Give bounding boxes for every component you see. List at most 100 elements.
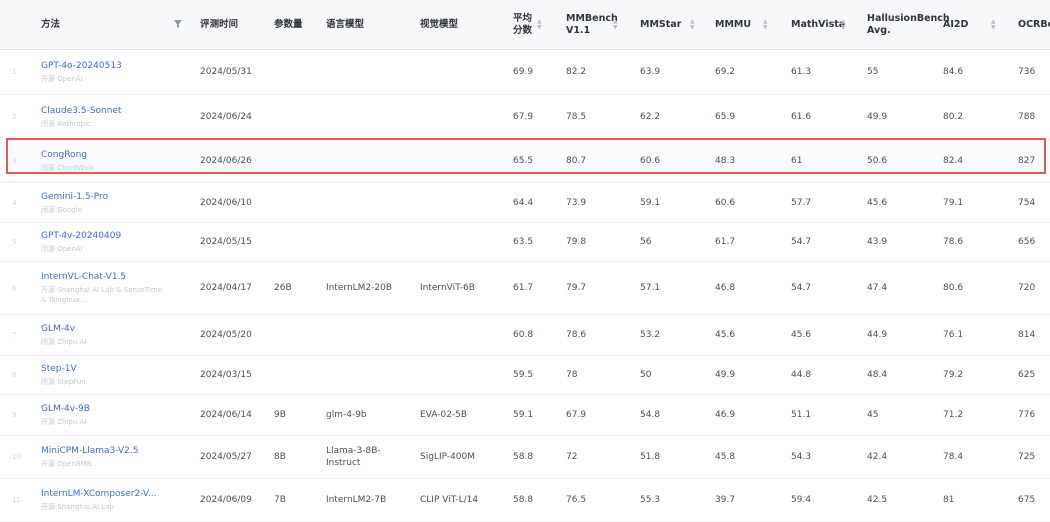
sort-icon[interactable]: ▲ ▼ (690, 19, 696, 31)
model-name-link[interactable]: CongRong (41, 149, 191, 161)
ocrbench-cell: 776 (1018, 410, 1036, 420)
model-name-link[interactable]: GLM-4v (41, 323, 191, 335)
mathvista-cell: 54.3 (791, 452, 812, 462)
mmstar-cell: 57.1 (640, 283, 661, 293)
ocrbench-cell: 827 (1018, 156, 1036, 166)
rank-cell: 5 (12, 238, 17, 246)
average-score-cell: 69.9 (513, 67, 534, 77)
model-name-link[interactable]: Step-1V (41, 363, 191, 375)
ai2d-cell: 78.6 (943, 237, 964, 247)
ai2d-cell: 84.6 (943, 67, 964, 77)
model-name-link[interactable]: GLM-4v-9B (41, 403, 191, 415)
vision-model-cell: EVA-02-5B (420, 410, 468, 420)
model-name-link[interactable]: Gemini-1.5-Pro (41, 191, 191, 203)
table-row[interactable]: 1 GPT-4o-20240513 开源 OpenAI 2024/05/31 69.9 8… (0, 50, 1050, 95)
params-cell: 26B (274, 283, 292, 293)
header-ocrbench[interactable]: OCRBen (1018, 0, 1050, 50)
model-name-link[interactable]: Claude3.5-Sonnet (41, 105, 191, 117)
model-name-link[interactable]: GPT-4v-20240409 (41, 230, 191, 242)
language-model-cell (326, 183, 398, 222)
rank-cell: 6 (12, 284, 17, 292)
model-source-label: 开源 OpenBMB (41, 460, 92, 468)
table-row[interactable]: 9 GLM-4v-9B 开源 Zhipu AI 2024/06/14 9B glm-4-9… (0, 395, 1050, 436)
sort-icon[interactable]: ▲ ▼ (537, 19, 543, 31)
mmmu-cell: 39.7 (715, 495, 736, 505)
model-name-cell: GLM-4v 闭源 Zhipu AI (41, 315, 191, 355)
ai2d-cell: 79.1 (943, 197, 964, 208)
params-cell: 8B (274, 452, 286, 462)
hallusionbench-cell: 47.4 (867, 283, 888, 293)
sort-icon[interactable]: ▲ ▼ (763, 19, 769, 31)
mmstar-cell: 60.6 (640, 156, 661, 166)
header-hallusionbench[interactable]: HallusionBench Avg. (867, 0, 950, 50)
params-cell: 7B (274, 495, 286, 505)
header-mmmu[interactable]: MMMU (715, 0, 751, 50)
rank-cell: 11 (12, 496, 21, 504)
model-name-cell: Claude3.5-Sonnet 闭源 Anthropic (41, 95, 191, 139)
mmmu-cell: 60.6 (715, 197, 736, 208)
header-method[interactable]: 方法 (41, 0, 60, 50)
table-row[interactable]: 2 Claude3.5-Sonnet 闭源 Anthropic 2024/06/24 6… (0, 95, 1050, 140)
model-name-link[interactable]: GPT-4o-20240513 (41, 60, 191, 72)
mmbench-cell: 79.8 (566, 237, 587, 247)
table-row[interactable]: 4 Gemini-1.5-Pro 闭源 Google 2024/06/10 64.4 73… (0, 183, 1050, 223)
table-row[interactable]: 11 InternLM-XComposer2-V... 开源 Shanghai AI… (0, 479, 1050, 522)
table-row[interactable]: 5 GPT-4v-20240409 闭源 OpenAI 2024/05/15 63.5 7… (0, 223, 1050, 262)
mmmu-cell: 46.8 (715, 283, 736, 293)
filter-icon[interactable] (174, 20, 182, 28)
average-score-cell: 67.9 (513, 112, 534, 122)
mathvista-cell: 54.7 (791, 237, 812, 247)
header-mmbench[interactable]: MMBench V1.1 (566, 0, 618, 50)
mmbench-cell: 78.6 (566, 330, 587, 340)
header-mmstar[interactable]: MMStar (640, 0, 681, 50)
mmstar-cell: 54.8 (640, 410, 661, 420)
mmbench-cell: 72 (566, 452, 578, 462)
mmbench-cell: 82.2 (566, 67, 587, 77)
ocrbench-cell: 725 (1018, 452, 1036, 462)
mathvista-cell: 61.6 (791, 112, 812, 122)
table-row[interactable]: 10 MiniCPM-Llama3-V2.5 开源 OpenBMB 2024/05/2… (0, 436, 1050, 479)
ai2d-cell: 80.2 (943, 112, 964, 122)
date-cell: 2024/03/15 (200, 370, 252, 380)
header-average[interactable]: 平均 分数 (513, 0, 532, 50)
ai2d-cell: 80.6 (943, 283, 964, 293)
mmmu-cell: 46.9 (715, 410, 736, 420)
mmstar-cell: 53.2 (640, 330, 661, 340)
header-eval-time[interactable]: 评测时间 (200, 0, 238, 50)
ai2d-cell: 78.4 (943, 452, 964, 462)
language-model-cell (326, 223, 398, 261)
model-source-label: 闭源 Google (41, 205, 82, 214)
language-model-cell (326, 50, 398, 94)
model-name-link[interactable]: InternLM-XComposer2-V... (41, 488, 191, 500)
table-row[interactable]: 6 InternVL-Chat-V1.5 开源 Shanghai AI Lab & … (0, 262, 1050, 315)
hallusionbench-cell: 42.4 (867, 452, 888, 462)
ai2d-cell: 71.2 (943, 410, 964, 420)
rank-cell: 3 (12, 157, 17, 165)
mmbench-cell: 79.7 (566, 283, 587, 293)
model-name-link[interactable]: MiniCPM-Llama3-V2.5 (41, 445, 191, 457)
sort-icon[interactable]: ▲ ▼ (991, 19, 997, 31)
mathvista-cell: 57.7 (791, 197, 812, 208)
model-name-cell: CongRong 闭源 CloudWalk (41, 140, 191, 182)
table-row[interactable]: 3 CongRong 闭源 CloudWalk 2024/06/26 65.5 80.7 6… (0, 140, 1050, 183)
mathvista-cell: 54.7 (791, 283, 812, 293)
rank-cell: 8 (12, 371, 17, 379)
model-name-link[interactable]: InternVL-Chat-V1.5 (41, 271, 166, 283)
model-name-cell: InternLM-XComposer2-V... 开源 Shanghai AI L… (41, 479, 191, 521)
table-row[interactable]: 7 GLM-4v 闭源 Zhipu AI 2024/05/20 60.8 78.6 53.2… (0, 315, 1050, 356)
date-cell: 2024/06/26 (200, 156, 252, 166)
mmstar-cell: 62.2 (640, 112, 661, 122)
header-ai2d[interactable]: AI2D (943, 0, 968, 50)
sort-icon[interactable]: ▲ ▼ (841, 19, 847, 31)
date-cell: 2024/04/17 (200, 283, 252, 293)
sort-icon[interactable]: ▲ ▼ (613, 19, 619, 31)
ai2d-cell: 76.1 (943, 330, 964, 340)
vision-model-cell: SigLIP-400M (420, 452, 476, 462)
header-language-model: 语言模型 (326, 19, 365, 30)
table-row[interactable]: 8 Step-1V 闭源 StepFun 2024/03/15 59.5 78 50 49.9… (0, 356, 1050, 395)
header-mathvista[interactable]: MathVista (791, 0, 845, 50)
mathvista-cell: 45.6 (791, 330, 812, 340)
model-source-label: 开源 OpenAI (41, 75, 83, 83)
average-score-cell: 58.8 (513, 495, 534, 505)
model-source-label: 开源 Zhipu AI (41, 418, 87, 426)
